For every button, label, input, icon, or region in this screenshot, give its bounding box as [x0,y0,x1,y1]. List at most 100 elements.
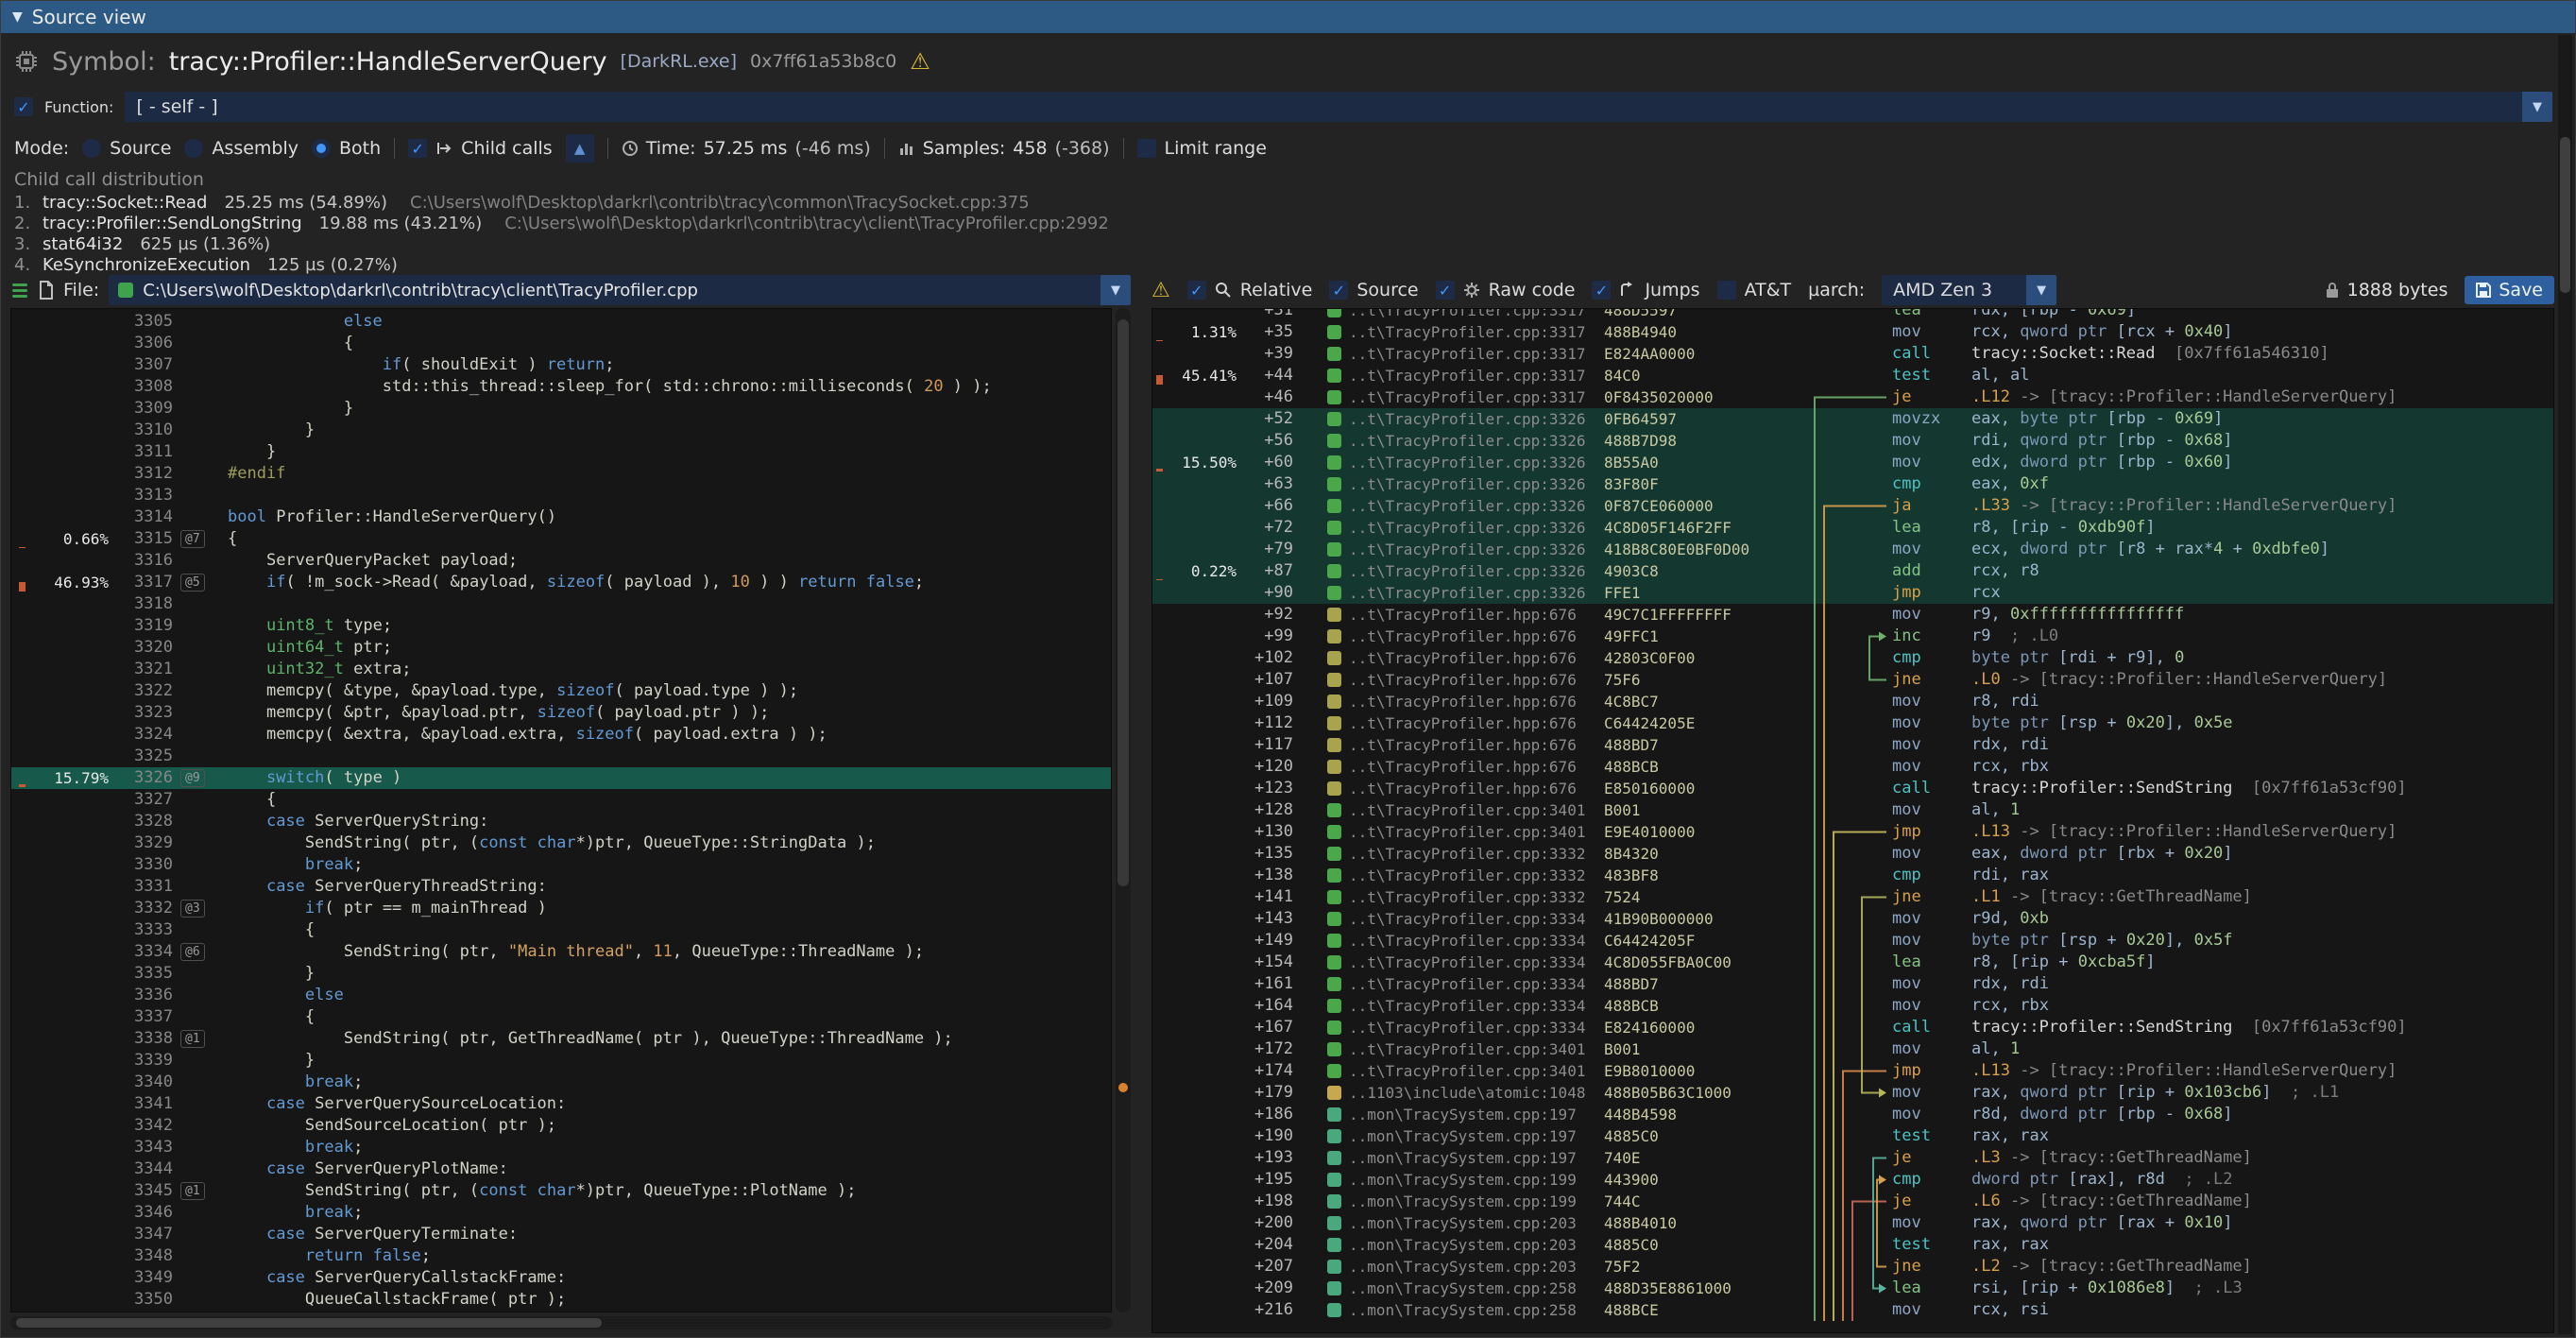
asm-row-+128[interactable]: +128..t\TracyProfiler.cpp:3401B001moval,… [1152,799,2553,821]
source-line-3326[interactable]: 15.79%3326@9 switch( type ) [11,767,1111,789]
chevron-down-icon[interactable]: ▼ [1100,275,1131,305]
source-line-3348[interactable]: 3348 return false; [11,1245,1111,1267]
asm-row-+35[interactable]: 1.31%+35..t\TracyProfiler.cpp:3317488B49… [1152,321,2553,343]
asm-row-+117[interactable]: +117..t\TracyProfiler.hpp:676488BD7movrd… [1152,734,2553,756]
source-line-3312[interactable]: 3312#endif [11,463,1111,485]
source-line-3306[interactable]: 3306 { [11,333,1111,354]
source-line-3346[interactable]: 3346 break; [11,1202,1111,1224]
asm-row-+46[interactable]: +46..t\TracyProfiler.cpp:33170F843502000… [1152,386,2553,408]
function-combo[interactable]: [ - self - ] ▼ [125,92,2552,122]
source-line-3341[interactable]: 3341 case ServerQuerySourceLocation: [11,1093,1111,1115]
source-line-3322[interactable]: 3322 memcpy( &type, &payload.type, sizeo… [11,680,1111,702]
asm-row-+193[interactable]: +193..mon\TracySystem.cpp:197740Eje.L3 -… [1152,1147,2553,1169]
source-line-3340[interactable]: 3340 break; [11,1072,1111,1093]
jumps-check[interactable] [1592,281,1611,300]
asm-row-+167[interactable]: +167..t\TracyProfiler.cpp:3334E824160000… [1152,1017,2553,1038]
source-line-3324[interactable]: 3324 memcpy( &extra, &payload.extra, siz… [11,724,1111,746]
source-line-3339[interactable]: 3339 } [11,1050,1111,1072]
asm-row-+195[interactable]: +195..mon\TracySystem.cpp:199443900cmpdw… [1152,1169,2553,1191]
window-scrollbar[interactable] [2558,35,2572,1334]
source-line-3316[interactable]: 3316 ServerQueryPacket payload; [11,550,1111,572]
asm-row-+174[interactable]: +174..t\TracyProfiler.cpp:3401E9B8010000… [1152,1060,2553,1082]
chevron-down-icon[interactable]: ▼ [2522,92,2552,122]
asm-row-+149[interactable]: +149..t\TracyProfiler.cpp:3334C64424205F… [1152,930,2553,952]
source-line-3334[interactable]: 3334@6 SendString( ptr, "Main thread", 1… [11,941,1111,963]
asm-row-+141[interactable]: +141..t\TracyProfiler.cpp:33327524jne.L1… [1152,886,2553,908]
asm-row-+143[interactable]: +143..t\TracyProfiler.cpp:333441B90B0000… [1152,908,2553,930]
asm-row-+123[interactable]: +123..t\TracyProfiler.hpp:676E850160000c… [1152,778,2553,799]
save-button[interactable]: Save [2465,276,2554,304]
radio-both[interactable]: Both [312,138,381,159]
limit-range-check[interactable] [1137,139,1156,158]
file-combo[interactable]: C:\Users\wolf\Desktop\darkrl\contrib\tra… [109,275,1131,305]
asm-row-+172[interactable]: +172..t\TracyProfiler.cpp:3401B001moval,… [1152,1038,2553,1060]
scrollbar-thumb[interactable] [16,1318,602,1328]
source-line-3307[interactable]: 3307 if( shouldExit ) return; [11,354,1111,376]
child-call-entry[interactable]: 4.KeSynchronizeExecution125 µs (0.27%) [14,254,2552,275]
asm-row-+66[interactable]: +66..t\TracyProfiler.cpp:33260F87CE06000… [1152,495,2553,517]
raw-code-checkbox[interactable]: Raw code [1436,280,1576,300]
asm-row-+200[interactable]: +200..mon\TracySystem.cpp:203488B4010mov… [1152,1212,2553,1234]
asm-row-+216[interactable]: +216..mon\TracySystem.cpp:258488BCEmovrc… [1152,1299,2553,1321]
asm-row-+44[interactable]: 45.41%+44..t\TracyProfiler.cpp:331784C0t… [1152,365,2553,386]
asm-row-+120[interactable]: +120..t\TracyProfiler.hpp:676488BCBmovrc… [1152,756,2553,778]
limit-range-checkbox[interactable]: Limit range [1137,138,1267,159]
asm-row-+87[interactable]: 0.22%+87..t\TracyProfiler.cpp:33264903C8… [1152,560,2553,582]
function-checkbox[interactable] [14,97,33,116]
source-line-3332[interactable]: 3332@3 if( ptr == m_mainThread ) [11,898,1111,919]
raw-code-check[interactable] [1436,281,1455,300]
asm-row-+92[interactable]: +92..t\TracyProfiler.hpp:67649C7C1FFFFFF… [1152,604,2553,626]
asm-source-check[interactable] [1329,281,1348,300]
child-call-entry[interactable]: 1.tracy::Socket::Read25.25 ms (54.89%)C:… [14,192,2552,213]
source-line-3343[interactable]: 3343 break; [11,1137,1111,1158]
source-line-3309[interactable]: 3309 } [11,398,1111,420]
asm-row-+102[interactable]: +102..t\TracyProfiler.hpp:67642803C0F00c… [1152,647,2553,669]
asm-row-+90[interactable]: +90..t\TracyProfiler.cpp:3326FFE1jmprcx [1152,582,2553,604]
source-scrollbar-horizontal[interactable] [10,1316,1112,1329]
asm-row-+109[interactable]: +109..t\TracyProfiler.hpp:6764C8BC7movr8… [1152,691,2553,712]
source-line-3345[interactable]: 3345@1 SendString( ptr, (const char*)ptr… [11,1180,1111,1202]
source-line-3333[interactable]: 3333 { [11,919,1111,941]
asm-row-+52[interactable]: +52..t\TracyProfiler.cpp:33260FB64597mov… [1152,408,2553,430]
asm-row-+190[interactable]: +190..mon\TracySystem.cpp:1974885C0testr… [1152,1125,2553,1147]
radio-assembly[interactable]: Assembly [184,138,299,159]
asm-row-+107[interactable]: +107..t\TracyProfiler.hpp:67675F6jne.L0 … [1152,669,2553,691]
asm-row-+154[interactable]: +154..t\TracyProfiler.cpp:33344C8D055FBA… [1152,952,2553,973]
source-line-3325[interactable]: 3325 [11,746,1111,767]
att-check[interactable] [1717,281,1736,300]
collapse-icon[interactable]: ▼ [12,9,23,25]
asm-row-+161[interactable]: +161..t\TracyProfiler.cpp:3334488BD7movr… [1152,973,2553,995]
source-scrollbar-vertical[interactable] [1116,308,1131,1312]
radio-source[interactable]: Source [82,138,171,159]
source-line-3318[interactable]: 3318 [11,593,1111,615]
source-line-3320[interactable]: 3320 uint64_t ptr; [11,637,1111,659]
asm-row-+31[interactable]: +31..t\TracyProfiler.cpp:3317488D5597lea… [1152,308,2553,321]
att-checkbox[interactable]: AT&T [1717,280,1792,300]
child-call-entry[interactable]: 2.tracy::Profiler::SendLongString19.88 m… [14,213,2552,233]
source-line-3310[interactable]: 3310 } [11,420,1111,441]
radio-assembly-circle[interactable] [184,139,203,158]
asm-row-+99[interactable]: +99..t\TracyProfiler.hpp:67649FFC1incr9 … [1152,626,2553,647]
up-arrow-button[interactable]: ▲ [566,134,594,163]
asm-row-+63[interactable]: +63..t\TracyProfiler.cpp:332683F80Fcmpea… [1152,473,2553,495]
source-line-3336[interactable]: 3336 else [11,985,1111,1006]
asm-row-+204[interactable]: +204..mon\TracySystem.cpp:2034885C0testr… [1152,1234,2553,1256]
source-line-3337[interactable]: 3337 { [11,1006,1111,1028]
radio-both-circle[interactable] [312,139,331,158]
source-line-3311[interactable]: 3311 } [11,441,1111,463]
source-line-3314[interactable]: 3314bool Profiler::HandleServerQuery() [11,506,1111,528]
source-line-3315[interactable]: 0.66%3315@7{ [11,528,1111,550]
source-line-3313[interactable]: 3313 [11,485,1111,506]
source-line-3317[interactable]: 46.93%3317@5 if( !m_sock->Read( &payload… [11,572,1111,593]
asm-source-checkbox[interactable]: Source [1329,280,1418,300]
source-line-3308[interactable]: 3308 std::this_thread::sleep_for( std::c… [11,376,1111,398]
asm-row-+198[interactable]: +198..mon\TracySystem.cpp:199744Cje.L6 -… [1152,1191,2553,1212]
asm-row-+164[interactable]: +164..t\TracyProfiler.cpp:3334488BCBmovr… [1152,995,2553,1017]
source-line-3344[interactable]: 3344 case ServerQueryPlotName: [11,1158,1111,1180]
source-line-3305[interactable]: 3305 else [11,311,1111,333]
source-line-3342[interactable]: 3342 SendSourceLocation( ptr ); [11,1115,1111,1137]
child-call-entry[interactable]: 3.stat64i32625 µs (1.36%) [14,233,2552,254]
asm-row-+56[interactable]: +56..t\TracyProfiler.cpp:3326488B7D98mov… [1152,430,2553,452]
scrollbar-thumb[interactable] [2560,137,2570,293]
chevron-down-icon[interactable]: ▼ [2026,275,2056,305]
